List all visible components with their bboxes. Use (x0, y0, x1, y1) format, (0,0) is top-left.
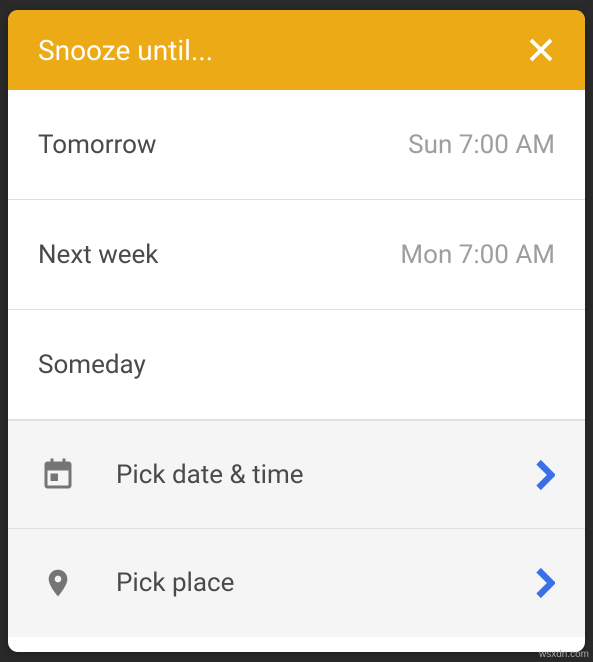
option-label: Next week (38, 240, 158, 270)
pick-place[interactable]: Pick place (8, 529, 585, 637)
pick-label: Pick date & time (116, 460, 535, 490)
calendar-icon (38, 455, 78, 495)
pick-date-time[interactable]: Pick date & time (8, 421, 585, 529)
option-someday[interactable]: Someday (8, 310, 585, 420)
close-icon (526, 35, 556, 65)
option-label: Someday (38, 350, 146, 380)
dialog-title: Snooze until... (38, 34, 213, 67)
pick-label: Pick place (116, 568, 535, 598)
watermark-text: wsxdn.com (539, 649, 589, 660)
pick-section: Pick date & time Pick place (8, 420, 585, 637)
place-icon (38, 563, 78, 603)
option-value: Mon 7:00 AM (400, 240, 555, 270)
chevron-right-icon (535, 567, 555, 599)
chevron-right-icon (535, 459, 555, 491)
close-button[interactable] (523, 32, 559, 68)
snooze-dialog: Snooze until... Tomorrow Sun 7:00 AM Nex… (8, 10, 585, 652)
dialog-header: Snooze until... (8, 10, 585, 90)
option-label: Tomorrow (38, 130, 156, 160)
option-tomorrow[interactable]: Tomorrow Sun 7:00 AM (8, 90, 585, 200)
options-list: Tomorrow Sun 7:00 AM Next week Mon 7:00 … (8, 90, 585, 652)
option-next-week[interactable]: Next week Mon 7:00 AM (8, 200, 585, 310)
option-value: Sun 7:00 AM (408, 130, 555, 160)
